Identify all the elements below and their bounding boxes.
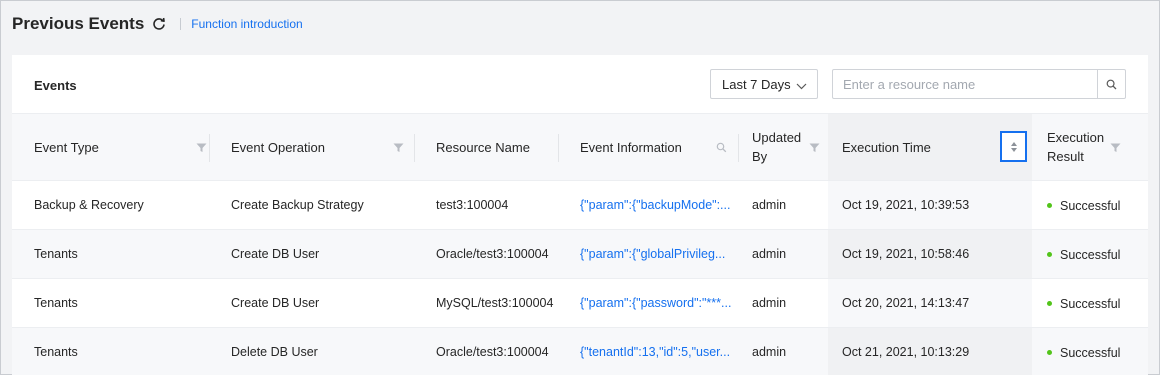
time-range-select[interactable]: Last 7 Days xyxy=(710,69,818,99)
events-card: Events Last 7 Days Event Type xyxy=(12,55,1148,375)
cell-updated-by: admin xyxy=(738,278,828,328)
filter-icon[interactable] xyxy=(393,141,404,152)
cell-event-information: {"tenantId":13,"id":5,"user... xyxy=(558,327,738,375)
sort-button[interactable] xyxy=(1000,131,1027,162)
col-event-type-label: Event Type xyxy=(34,139,99,155)
col-resource-name-label: Resource Name xyxy=(436,139,530,155)
table-row[interactable]: Tenants Create DB User Oracle/test3:1000… xyxy=(12,229,1148,279)
column-divider xyxy=(209,134,210,162)
cell-execution-result: Successful xyxy=(1032,278,1148,328)
function-introduction-link[interactable]: Function introduction xyxy=(191,17,302,31)
cell-event-operation: Create DB User xyxy=(209,229,414,279)
header-divider xyxy=(180,18,182,30)
cell-resource-name: MySQL/test3:100004 xyxy=(414,278,558,328)
cell-execution-result: Successful xyxy=(1032,327,1148,375)
status-dot xyxy=(1047,203,1052,209)
status-dot xyxy=(1047,350,1052,356)
cell-event-operation: Create DB User xyxy=(209,278,414,328)
col-event-operation-label: Event Operation xyxy=(231,139,325,155)
table-row[interactable]: Tenants Delete DB User Oracle/test3:1000… xyxy=(12,327,1148,375)
event-info-link[interactable]: {"tenantId":13,"id":5,"user... xyxy=(580,345,730,359)
col-execution-time-label: Execution Time xyxy=(842,139,931,155)
page-title: Previous Events xyxy=(12,14,145,33)
status-text: Successful xyxy=(1060,247,1121,262)
cell-updated-by: admin xyxy=(738,327,828,375)
cell-execution-time: Oct 21, 2021, 10:13:29 xyxy=(828,327,1032,375)
filter-icon[interactable] xyxy=(196,141,207,152)
status-dot xyxy=(1047,301,1052,307)
column-divider xyxy=(414,134,415,162)
event-info-link[interactable]: {"param":{"password":"***... xyxy=(580,296,731,310)
chevron-down-icon xyxy=(796,79,807,90)
status-text: Successful xyxy=(1060,198,1121,213)
cell-execution-time: Oct 19, 2021, 10:39:53 xyxy=(828,180,1032,230)
page-header: Previous Events Function introduction xyxy=(12,14,303,34)
search-icon xyxy=(1106,79,1117,89)
col-event-information-label: Event Information xyxy=(580,139,682,155)
cell-event-information: {"param":{"backupMode":... xyxy=(558,180,738,230)
time-range-value: Last 7 Days xyxy=(722,76,791,92)
resource-search xyxy=(832,69,1126,99)
cell-resource-name: test3:100004 xyxy=(414,180,558,230)
search-icon[interactable] xyxy=(716,141,727,153)
col-event-operation: Event Operation xyxy=(209,113,414,181)
cell-event-type: Backup & Recovery xyxy=(12,180,209,230)
col-updated-by: Updated By xyxy=(738,113,828,181)
table-row[interactable]: Tenants Create DB User MySQL/test3:10000… xyxy=(12,278,1148,328)
col-updated-by-label: Updated By xyxy=(752,130,802,164)
cell-resource-name: Oracle/test3:100004 xyxy=(414,229,558,279)
column-divider xyxy=(558,134,559,162)
refresh-icon[interactable] xyxy=(152,17,166,31)
col-event-information: Event Information xyxy=(558,113,738,181)
cell-event-information: {"param":{"password":"***... xyxy=(558,278,738,328)
status-text: Successful xyxy=(1060,296,1121,311)
event-info-link[interactable]: {"param":{"backupMode":... xyxy=(580,198,730,212)
col-execution-time: Execution Time xyxy=(828,113,1032,181)
card-title: Events xyxy=(34,78,77,93)
col-execution-result-label: Execution Result xyxy=(1047,130,1105,164)
col-event-type: Event Type xyxy=(12,113,209,181)
col-resource-name: Resource Name xyxy=(414,113,558,181)
filter-icon[interactable] xyxy=(1110,141,1121,152)
column-divider xyxy=(738,134,739,162)
table-row[interactable]: Backup & Recovery Create Backup Strategy… xyxy=(12,180,1148,230)
cell-execution-result: Successful xyxy=(1032,229,1148,279)
cell-event-operation: Delete DB User xyxy=(209,327,414,375)
cell-updated-by: admin xyxy=(738,229,828,279)
status-text: Successful xyxy=(1060,345,1121,360)
cell-execution-result: Successful xyxy=(1032,180,1148,230)
cell-execution-time: Oct 20, 2021, 14:13:47 xyxy=(828,278,1032,328)
status-dot xyxy=(1047,252,1052,258)
cell-event-type: Tenants xyxy=(12,278,209,328)
cell-event-information: {"param":{"globalPrivileg... xyxy=(558,229,738,279)
col-execution-result: Execution Result xyxy=(1032,113,1148,181)
cell-event-operation: Create Backup Strategy xyxy=(209,180,414,230)
cell-updated-by: admin xyxy=(738,180,828,230)
cell-event-type: Tenants xyxy=(12,229,209,279)
table-header-row: Event Type Event Operation Resource Name xyxy=(12,113,1148,181)
filter-icon[interactable] xyxy=(809,141,820,152)
search-input[interactable] xyxy=(833,70,1097,98)
event-info-link[interactable]: {"param":{"globalPrivileg... xyxy=(580,247,725,261)
search-button[interactable] xyxy=(1097,70,1125,98)
events-table: Event Type Event Operation Resource Name xyxy=(12,113,1148,375)
cell-resource-name: Oracle/test3:100004 xyxy=(414,327,558,375)
cell-execution-time: Oct 19, 2021, 10:58:46 xyxy=(828,229,1032,279)
sort-icon xyxy=(1010,141,1017,152)
cell-event-type: Tenants xyxy=(12,327,209,375)
